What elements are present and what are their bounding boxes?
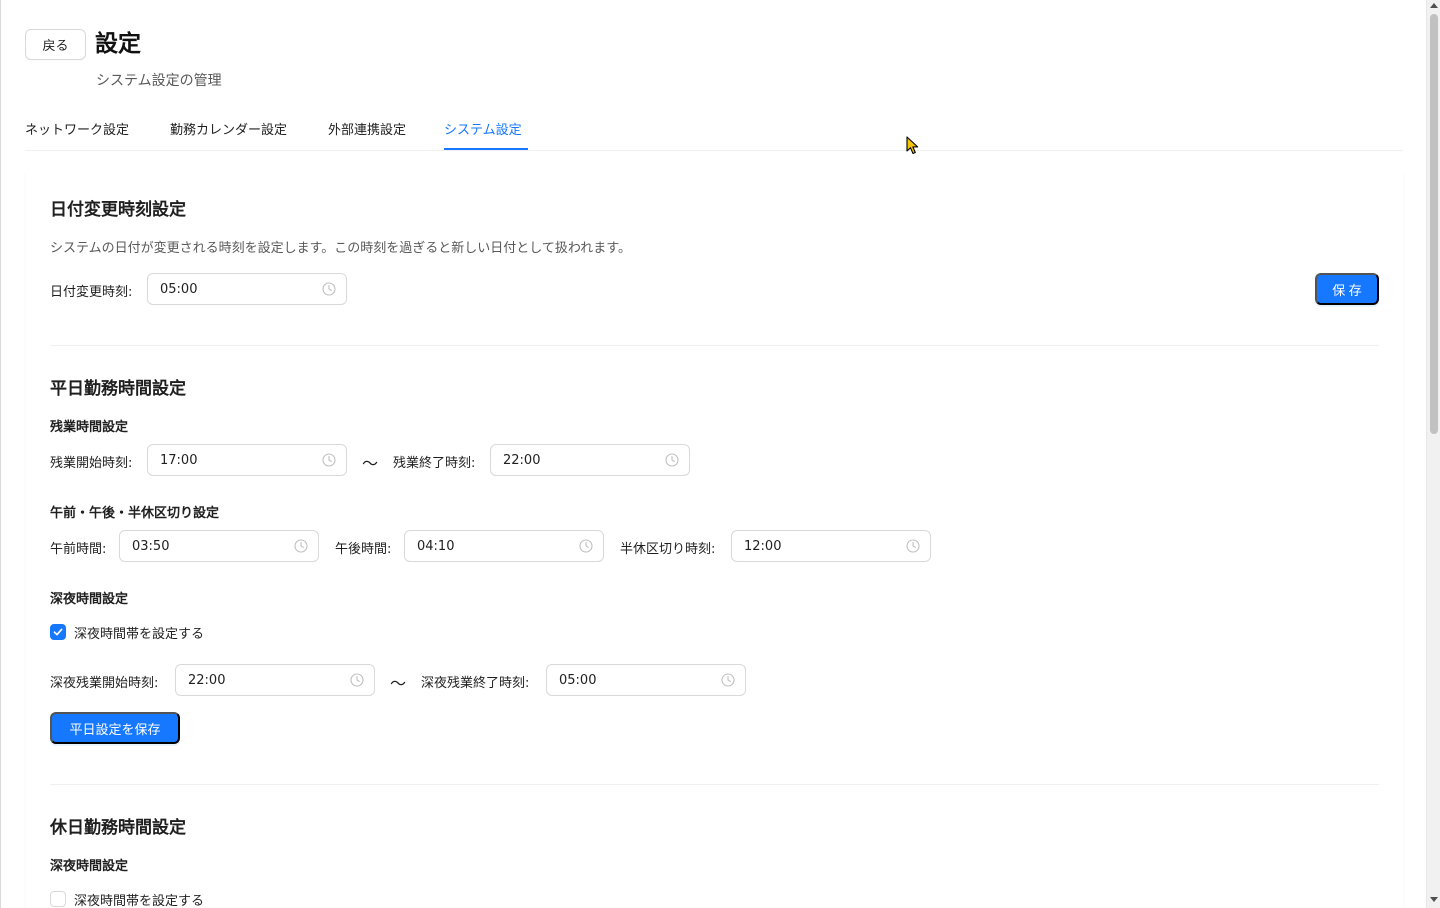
section-divider [50, 784, 1379, 785]
night-start-input[interactable]: 22:00 [175, 664, 375, 696]
clock-icon [322, 453, 336, 467]
back-button[interactable]: 戻る [25, 29, 86, 60]
holiday-night-enable-checkbox[interactable] [50, 891, 66, 907]
date-change-label: 日付変更時刻: [50, 285, 133, 300]
clock-icon [294, 539, 308, 553]
page-subtitle: システム設定の管理 [96, 73, 222, 89]
half-split-input[interactable]: 12:00 [731, 530, 931, 562]
date-change-time-input[interactable]: 05:00 [147, 273, 347, 305]
scroll-up-icon[interactable] [1430, 3, 1438, 8]
weekday-title: 平日勤務時間設定 [50, 379, 186, 399]
overtime-end-label: 残業終了時刻: [393, 456, 476, 471]
overtime-end-input[interactable]: 22:00 [490, 444, 690, 476]
overtime-end-value: 22:00 [503, 453, 541, 468]
range-separator: 〜 [390, 674, 407, 693]
section-divider [50, 345, 1379, 346]
overtime-start-value: 17:00 [160, 453, 198, 468]
night-end-label: 深夜残業終了時刻: [421, 676, 530, 691]
night-enable-checkbox[interactable] [50, 624, 66, 640]
clock-icon [665, 453, 679, 467]
date-change-time-value: 05:00 [160, 282, 198, 297]
holiday-night-enable-label[interactable]: 深夜時間帯を設定する [74, 890, 204, 908]
range-separator: 〜 [362, 454, 379, 473]
date-change-description: システムの日付が変更される時刻を設定します。この時刻を過ぎると新しい日付として扱… [50, 241, 631, 256]
scrollbar-thumb[interactable] [1430, 14, 1438, 434]
clock-icon [906, 539, 920, 553]
clock-icon [579, 539, 593, 553]
night-end-value: 05:00 [559, 673, 597, 688]
tab-network[interactable]: ネットワーク設定 [25, 119, 129, 138]
half-split-label: 半休区切り時刻: [620, 542, 716, 557]
holiday-night-subtitle: 深夜時間設定 [50, 859, 129, 874]
night-subtitle: 深夜時間設定 [50, 592, 129, 607]
tab-system[interactable]: システム設定 [444, 119, 522, 138]
holiday-title: 休日勤務時間設定 [50, 818, 186, 838]
page-scrollbar[interactable] [1426, 0, 1440, 908]
clock-icon [721, 673, 735, 687]
date-change-title: 日付変更時刻設定 [50, 200, 186, 220]
tab-work-calendar[interactable]: 勤務カレンダー設定 [170, 119, 287, 138]
am-time-value: 03:50 [132, 539, 170, 554]
settings-page: 戻る 設定 システム設定の管理 ネットワーク設定 勤務カレンダー設定 外部連携設… [0, 0, 1426, 908]
active-tab-indicator [444, 148, 528, 150]
night-start-label: 深夜残業開始時刻: [50, 676, 159, 691]
overtime-subtitle: 残業時間設定 [50, 420, 129, 435]
check-icon [53, 628, 63, 636]
scroll-down-icon[interactable] [1430, 897, 1438, 902]
night-enable-label[interactable]: 深夜時間帯を設定する [74, 623, 204, 642]
date-change-save-button[interactable]: 保 存 [1315, 273, 1379, 305]
tab-external-integration[interactable]: 外部連携設定 [328, 119, 406, 138]
pm-time-value: 04:10 [417, 539, 455, 554]
clock-icon [322, 282, 336, 296]
settings-tabs: ネットワーク設定 勤務カレンダー設定 外部連携設定 システム設定 [25, 108, 1403, 151]
pm-time-input[interactable]: 04:10 [404, 530, 604, 562]
night-start-value: 22:00 [188, 673, 226, 688]
overtime-start-input[interactable]: 17:00 [147, 444, 347, 476]
page-title: 設定 [95, 31, 141, 57]
overtime-start-label: 残業開始時刻: [50, 456, 133, 471]
am-time-label: 午前時間: [50, 542, 107, 557]
clock-icon [350, 673, 364, 687]
weekday-save-button[interactable]: 平日設定を保存 [50, 712, 180, 744]
night-end-input[interactable]: 05:00 [546, 664, 746, 696]
mouse-pointer-icon [906, 136, 919, 155]
half-split-value: 12:00 [744, 539, 782, 554]
pm-time-label: 午後時間: [335, 542, 392, 557]
half-day-subtitle: 午前・午後・半休区切り設定 [50, 506, 220, 521]
am-time-input[interactable]: 03:50 [119, 530, 319, 562]
